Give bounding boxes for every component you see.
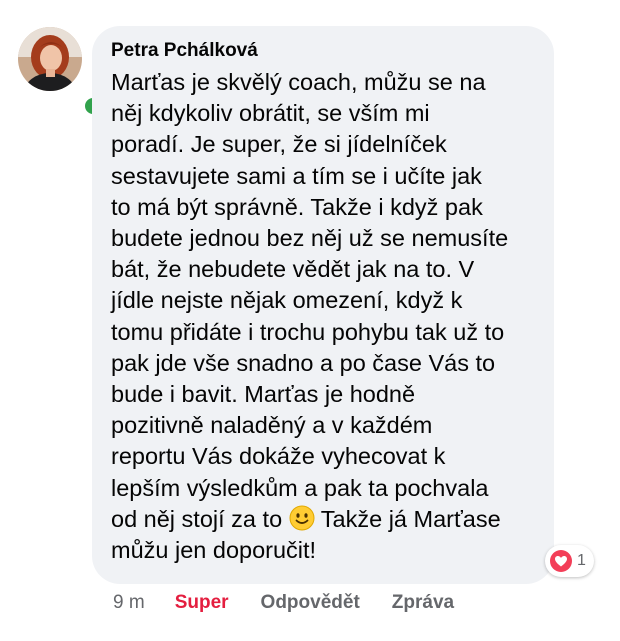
like-button[interactable]: Super [175, 592, 229, 614]
comment-timestamp[interactable]: 9 m [113, 592, 145, 614]
smiling-face-emoji-icon [289, 505, 315, 531]
comment-bubble: Petra Pchálková Marťas je skvělý coach, … [92, 26, 554, 584]
message-button[interactable]: Zpráva [392, 592, 454, 614]
comment-actions: 9 m Super Odpovědět Zpráva [113, 592, 454, 614]
reaction-count: 1 [577, 552, 586, 569]
comment: Petra Pchálková Marťas je skvělý coach, … [0, 0, 620, 641]
avatar[interactable] [18, 27, 104, 117]
reply-button[interactable]: Odpovědět [261, 592, 360, 614]
comment-text: Marťas je skvělý coach, můžu se na něj k… [111, 67, 536, 566]
reaction-summary[interactable]: 1 [545, 545, 594, 577]
avatar-image [18, 27, 82, 91]
comment-text-part-1: Marťas je skvělý coach, můžu se na něj k… [111, 69, 509, 532]
comment-author[interactable]: Petra Pchálková [111, 39, 536, 63]
love-reaction-icon [550, 550, 572, 572]
